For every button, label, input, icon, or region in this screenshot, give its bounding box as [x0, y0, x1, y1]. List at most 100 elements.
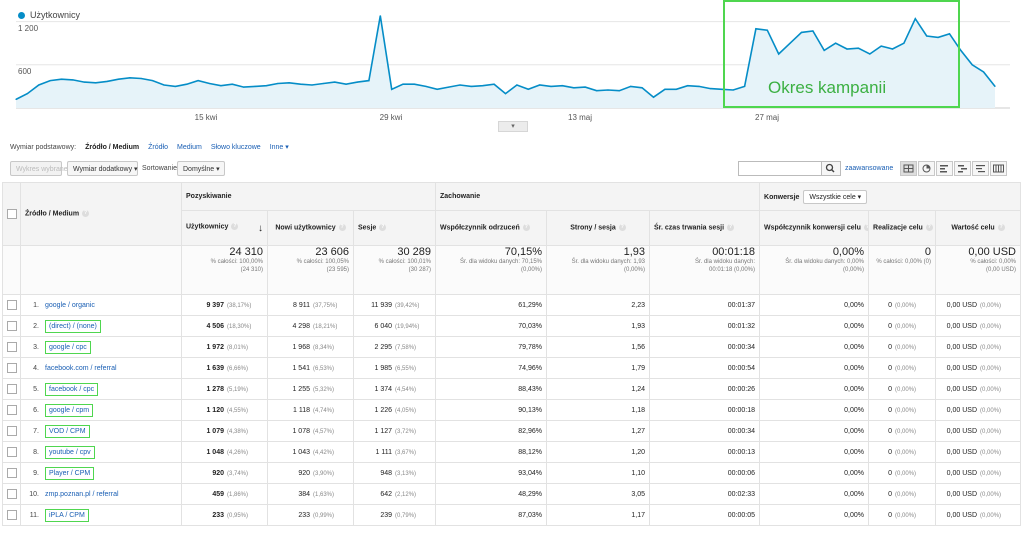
row-checkbox[interactable] [7, 468, 17, 478]
data-point [174, 85, 176, 87]
x-tick: 15 kwi [194, 113, 218, 122]
goal-select-dropdown[interactable]: Wszystkie cele ▾ [803, 189, 868, 204]
col-pages-per-session[interactable]: Strony / sesja? [546, 210, 651, 246]
search-icon[interactable] [822, 161, 841, 176]
data-point [391, 88, 393, 90]
col-users[interactable]: Użytkownicy? ↓ [181, 210, 268, 246]
help-icon[interactable]: ? [863, 224, 868, 232]
completions-value: 0 [888, 301, 893, 309]
source-medium-link[interactable]: google / cpm [45, 403, 94, 417]
goal-value-value: 0,00 USD [946, 406, 978, 414]
table-row: 2. (direct) / (none) 4 506 (18,30%) 4 298 (18… [2, 315, 1022, 337]
completions-share: (0,00%) [895, 344, 917, 351]
pie-view-icon[interactable] [918, 161, 935, 176]
help-icon[interactable]: ? [82, 210, 90, 218]
help-icon[interactable]: ? [231, 222, 239, 230]
source-medium-link[interactable]: zmp.poznan.pl / referral [45, 491, 119, 498]
completions-value: 0 [888, 364, 893, 372]
sessions-share: (3,67%) [395, 449, 417, 456]
chart-collapse-button[interactable]: ▾ [498, 121, 528, 132]
dimension-source[interactable]: Źródło [148, 144, 168, 151]
conversion-rate-value: 0,00% [844, 343, 865, 351]
data-point [459, 84, 461, 86]
col-source-medium[interactable]: Źródło / Medium? [20, 182, 182, 246]
source-medium-link[interactable]: facebook / cpc [45, 382, 99, 396]
pages-per-session-value: 3,05 [631, 490, 646, 498]
col-goal-conversion-rate[interactable]: Współczynnik konwersji celu? [759, 210, 870, 246]
data-point [231, 83, 233, 85]
source-medium-link[interactable]: google / cpc [45, 340, 91, 354]
source-medium-link[interactable]: youtube / cpv [45, 445, 95, 459]
source-medium-link[interactable]: google / organic [45, 302, 95, 309]
row-checkbox[interactable] [7, 342, 17, 352]
select-all-checkbox[interactable] [7, 209, 17, 219]
source-medium-link[interactable]: iPLA / CPM [45, 508, 89, 522]
help-icon[interactable]: ? [338, 224, 346, 232]
data-point [83, 81, 85, 83]
sort-dropdown[interactable]: Domyślne ▾ [177, 161, 225, 176]
bounce-rate-value: 79,78% [518, 343, 543, 351]
users-value: 459 [212, 490, 224, 498]
source-medium-link[interactable]: VOD / CPM [45, 424, 90, 438]
col-bounce-rate[interactable]: Współczynnik odrzuceń? [435, 210, 548, 246]
row-checkbox[interactable] [7, 363, 17, 373]
goal-value-value: 0,00 USD [946, 385, 978, 393]
help-icon[interactable]: ? [379, 224, 387, 232]
total-duration-avg: Śr. dla widoku danych: [694, 259, 756, 265]
help-icon[interactable]: ? [997, 224, 1005, 232]
advanced-filter-link[interactable]: zaawansowane [845, 165, 893, 172]
help-icon[interactable]: ? [522, 224, 530, 232]
row-checkbox[interactable] [7, 426, 17, 436]
data-point [994, 85, 996, 87]
dimension-medium[interactable]: Medium [177, 144, 202, 151]
row-checkbox[interactable] [7, 384, 17, 394]
pages-per-session-value: 1,17 [631, 511, 646, 519]
pages-per-session-value: 2,23 [631, 301, 646, 309]
help-icon[interactable]: ? [618, 224, 626, 232]
col-new-users[interactable]: Nowi użytkownicy? [267, 210, 354, 246]
source-medium-link[interactable]: facebook.com / referral [45, 365, 117, 372]
performance-view-icon[interactable] [936, 161, 953, 176]
new-users-value: 1 118 [293, 406, 310, 414]
help-icon[interactable]: ? [727, 224, 735, 232]
data-point [436, 88, 438, 90]
dimension-keyword[interactable]: Słowo kluczowe [211, 144, 261, 151]
col-avg-session-duration[interactable]: Śr. czas trwania sesji? [649, 210, 761, 246]
completions-share: (0,00%) [895, 407, 917, 414]
sort-down-arrow-icon: ↓ [258, 222, 263, 234]
table-view-icon[interactable] [900, 161, 917, 176]
row-checkbox[interactable] [7, 489, 17, 499]
data-point [300, 83, 302, 85]
sessions-value: 6 040 [374, 322, 393, 330]
table-search-input[interactable] [738, 161, 822, 176]
new-users-share: (4,42%) [313, 449, 335, 456]
comparison-view-icon[interactable] [954, 161, 971, 176]
dimension-other[interactable]: Inne ▾ [270, 143, 289, 151]
data-point [504, 93, 507, 95]
row-checkbox[interactable] [7, 405, 17, 415]
users-share: (4,55%) [227, 407, 249, 414]
plot-rows-button[interactable]: Wykres wybrane [10, 161, 68, 176]
users-value: 920 [212, 469, 224, 477]
row-checkbox[interactable] [7, 447, 17, 457]
bounce-rate-value: 70,03% [518, 322, 543, 330]
users-share: (6,66%) [227, 365, 249, 372]
col-goal-value[interactable]: Wartość celu? [935, 210, 1022, 246]
row-checkbox[interactable] [7, 510, 17, 520]
dimension-source-medium[interactable]: Źródło / Medium [85, 144, 139, 151]
col-sessions[interactable]: Sesje? [352, 210, 437, 246]
secondary-dimension-dropdown[interactable]: Wymiar dodatkowy ▾ [67, 161, 138, 176]
table-toolbar: Wykres wybrane Wymiar dodatkowy ▾ Sortow… [10, 161, 1014, 179]
col-goal-completions[interactable]: Realizacje celu? [868, 210, 937, 246]
term-cloud-view-icon[interactable] [972, 161, 989, 176]
help-icon[interactable]: ? [925, 224, 933, 232]
pivot-view-icon[interactable] [990, 161, 1007, 176]
row-checkbox[interactable] [7, 300, 17, 310]
sessions-value: 239 [380, 511, 393, 519]
data-point [345, 83, 347, 85]
data-point [493, 83, 495, 85]
row-checkbox[interactable] [7, 321, 17, 331]
goal-value-share: (0,00%) [980, 302, 1002, 309]
source-medium-link[interactable]: (direct) / (none) [45, 319, 101, 333]
source-medium-link[interactable]: Player / CPM [45, 466, 95, 480]
